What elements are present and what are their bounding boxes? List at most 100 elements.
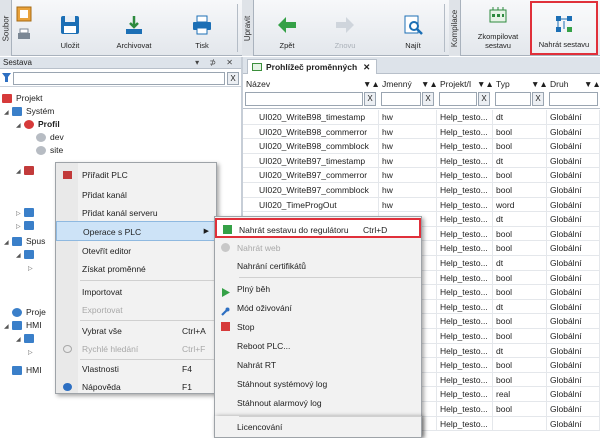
save-button[interactable]: Uložit — [44, 2, 96, 54]
folder-icon — [24, 250, 34, 260]
tree-filter-clear-button[interactable]: X — [227, 72, 239, 85]
menu-item-import[interactable]: Importovat — [56, 282, 216, 302]
table-cell: Globální — [547, 183, 600, 197]
sort-icon[interactable]: ▼▲ — [421, 79, 438, 89]
table-row[interactable]: UI020_TimeProgOut hw Help_testo... word Glob… — [243, 197, 600, 213]
sort-icon[interactable]: ▼▲ — [477, 79, 494, 89]
menu-item-export[interactable]: Exportovat — [56, 300, 216, 320]
tree-node-device-1[interactable]: ▷ — [16, 206, 38, 218]
table-cell: Globální — [547, 256, 600, 270]
submenu-item-stop[interactable]: Stop — [215, 317, 421, 337]
table-row[interactable]: UI020_WriteB98_commerror hw Help_testo... b… — [243, 124, 600, 140]
panel-controls[interactable]: ▾ ⊅ ✕ — [195, 58, 237, 67]
tree-node-spus[interactable]: ◢ Spus — [4, 235, 45, 247]
collapse-toggle-icon[interactable]: ▷ — [16, 221, 24, 233]
table-row[interactable]: UI020_WriteB97_commerror hw Help_testo... b… — [243, 168, 600, 183]
expand-toggle-icon[interactable]: ◢ — [16, 334, 24, 346]
tree-node-spus-child[interactable]: ◢ — [16, 248, 38, 260]
submenu-item-upload-to-controller[interactable]: Nahrát sestavu do regulátoru Ctrl+D — [215, 218, 421, 238]
submenu-item-debug-mode[interactable]: Mód oživování — [215, 298, 421, 318]
forward-button[interactable]: Znovu — [320, 2, 370, 54]
tab-close-icon[interactable]: ✕ — [363, 62, 370, 72]
tree-node-spus-grandchild[interactable]: ▷ — [28, 261, 36, 273]
column-header[interactable]: Název — [246, 79, 377, 89]
sort-icon[interactable]: ▼▲ — [584, 79, 600, 89]
compile-button[interactable]: Zkompilovat sestavu — [468, 2, 528, 54]
submenu-item-reboot-plc[interactable]: Reboot PLC... — [215, 336, 421, 356]
expand-toggle-icon[interactable]: ◢ — [4, 237, 12, 249]
menu-item-assign-plc[interactable]: Přiřadit PLC — [56, 165, 216, 185]
submenu-item-upload-web[interactable]: Nahrát web — [215, 238, 421, 258]
table-row[interactable]: UI020_WriteB97_timestamp hw Help_testo... d… — [243, 153, 600, 169]
expand-toggle-icon[interactable]: ◢ — [16, 120, 24, 132]
submenu-item-upload-rt[interactable]: Nahrát RT — [215, 355, 421, 375]
expand-toggle-icon[interactable]: ◢ — [4, 321, 12, 333]
menu-item-properties[interactable]: Vlastnosti F4 — [56, 359, 216, 379]
print-setup-icon[interactable] — [16, 28, 32, 42]
ribbon-toolbar: Soubor Uložit Archivovat Tisk Upravit Zp… — [0, 0, 600, 56]
column-filter-clear-button[interactable]: X — [478, 92, 490, 106]
tree-node-profile[interactable]: ◢ Profil — [16, 118, 60, 130]
column-filter-clear-button[interactable]: X — [422, 92, 434, 106]
tree-node-device-2[interactable]: ▷ — [16, 219, 38, 231]
tree-node-hmi-2[interactable]: HMI — [4, 364, 42, 376]
menu-item-get-variables[interactable]: Získat proměnné — [56, 259, 216, 279]
expand-toggle-icon[interactable]: ◢ — [4, 107, 12, 119]
tree-node-project[interactable]: Projekt — [2, 92, 42, 104]
table-cell: Help_testo... — [437, 183, 493, 197]
collapse-toggle-icon[interactable]: ▷ — [28, 263, 36, 275]
submenu-item-upload-certificates[interactable]: Nahrání certifikátů — [215, 256, 421, 276]
tree-filter-input[interactable] — [13, 72, 225, 85]
column-filter-input[interactable] — [495, 92, 531, 106]
table-cell: hw — [379, 110, 437, 124]
archive-button[interactable]: Archivovat — [104, 2, 164, 54]
back-button[interactable]: Zpět — [262, 2, 312, 54]
tree-node-hmi-1[interactable]: ◢ HMI — [4, 319, 42, 331]
column-filter-input[interactable] — [549, 92, 598, 106]
submenu-item-full-run[interactable]: Plný běh — [215, 279, 421, 299]
table-cell: Help_testo... — [437, 110, 493, 124]
tree-node-hmi-child-2[interactable]: ▷ — [28, 345, 36, 357]
column-filter-input[interactable] — [245, 92, 363, 106]
tree-node-system[interactable]: ◢ Systém — [4, 105, 54, 117]
play-icon — [221, 284, 230, 297]
table-cell: dt — [493, 299, 547, 314]
expand-toggle-icon[interactable]: ◢ — [16, 166, 24, 178]
sort-icon[interactable]: ▼▲ — [531, 79, 548, 89]
sort-icon[interactable]: ▼▲ — [363, 79, 380, 89]
tree-node-plc[interactable]: ◢ — [16, 164, 38, 176]
submenu-item-licensing[interactable]: Licencování — [215, 417, 421, 437]
table-cell: Globální — [547, 416, 600, 431]
expand-toggle-icon[interactable]: ◢ — [16, 250, 24, 262]
tree-node-proj[interactable]: Proje — [4, 306, 46, 318]
menu-item-help[interactable]: Nápověda F1 — [56, 377, 216, 397]
column-filter-clear-button[interactable]: X — [532, 92, 544, 106]
find-button[interactable]: Najít — [388, 2, 438, 54]
table-cell: real — [493, 387, 547, 402]
tree-node-hmi-child-1[interactable]: ◢ — [16, 332, 38, 344]
submenu-item-download-alarm-log[interactable]: Stáhnout alarmový log — [215, 393, 421, 413]
menu-item-open-editor[interactable]: Otevřít editor — [56, 241, 216, 261]
table-row[interactable]: UI020_WriteB98_timestamp hw Help_testo... d… — [243, 110, 600, 125]
table-row[interactable]: UI020_WriteB98_commblock hw Help_testo... b… — [243, 139, 600, 154]
menu-item-select-all[interactable]: Vybrat vše Ctrl+A — [56, 321, 216, 341]
table-cell: Globální — [547, 285, 600, 300]
print-button[interactable]: Tisk — [172, 2, 232, 54]
column-filter-clear-button[interactable]: X — [364, 92, 376, 106]
upload-configuration-button[interactable]: Nahrát sestavu — [530, 1, 598, 55]
tree-node-dev[interactable]: dev — [36, 131, 64, 143]
column-filter-input[interactable] — [381, 92, 421, 106]
filter-icon[interactable] — [2, 73, 11, 83]
menu-item-add-channel-server[interactable]: Přidat kanál serveru — [56, 203, 216, 223]
table-cell: UI020_WriteB97_commblock — [243, 183, 379, 197]
app-icon[interactable] — [16, 6, 32, 22]
menu-item-quick-search[interactable]: Rychlé hledání Ctrl+F — [56, 339, 216, 359]
column-filter-input[interactable] — [439, 92, 477, 106]
menu-item-plc-operations[interactable]: Operace s PLC ▶ — [56, 221, 216, 241]
tab-variable-browser[interactable]: Prohlížeč proměnných ✕ — [247, 59, 378, 74]
collapse-toggle-icon[interactable]: ▷ — [28, 347, 36, 359]
table-row[interactable]: UI020_WriteB97_commblock hw Help_testo... b… — [243, 183, 600, 198]
submenu-item-download-system-log[interactable]: Stáhnout systémový log — [215, 374, 421, 394]
menu-item-add-channel[interactable]: Přidat kanál — [56, 185, 216, 205]
tree-node-site[interactable]: site — [36, 144, 63, 156]
